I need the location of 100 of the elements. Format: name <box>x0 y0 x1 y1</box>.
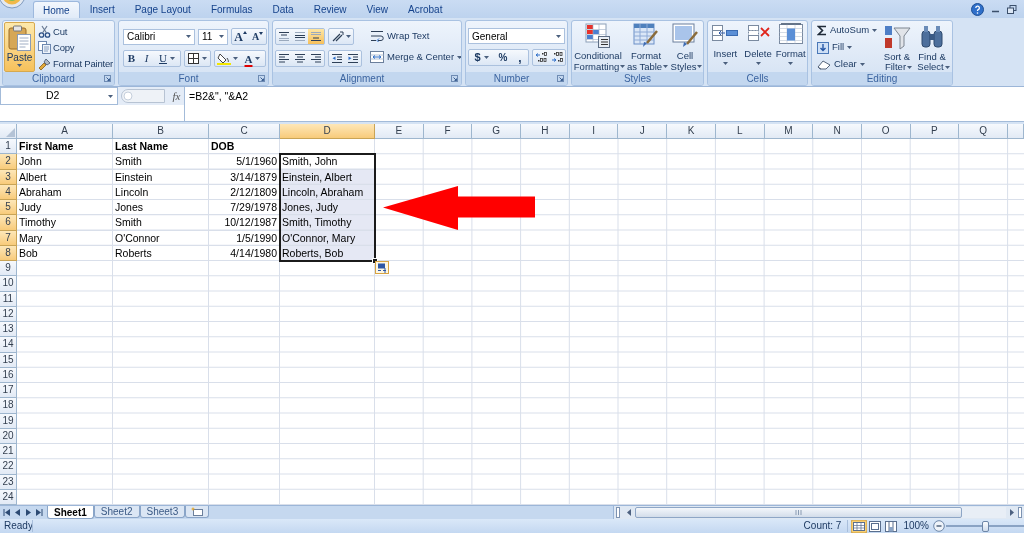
row-header[interactable]: 9 <box>0 261 17 277</box>
sort-filter-button[interactable]: Sort & Filter <box>881 22 916 73</box>
split-handle-icon[interactable] <box>1018 507 1022 518</box>
ribbon-tab[interactable]: Home <box>33 1 80 18</box>
number-format-field[interactable]: General <box>468 28 565 44</box>
column-header[interactable]: L <box>715 124 765 139</box>
column-header[interactable]: P <box>910 124 960 139</box>
insert-sheet-tab[interactable] <box>185 506 210 518</box>
row-header[interactable]: 1 <box>0 139 17 155</box>
slider-thumb[interactable] <box>981 520 989 532</box>
ribbon-tab[interactable]: Data <box>262 1 304 18</box>
previous-sheet-icon[interactable] <box>14 509 21 516</box>
format-painter-button[interactable]: Format Painter <box>37 56 114 72</box>
dialog-launcher-icon[interactable] <box>104 75 111 82</box>
dialog-launcher-icon[interactable] <box>451 75 458 82</box>
copy-button[interactable]: Copy <box>37 40 114 56</box>
ribbon-tab[interactable]: View <box>356 1 398 18</box>
decrease-decimal-button[interactable] <box>549 50 565 65</box>
name-box[interactable]: D2 <box>0 87 118 105</box>
merge-center-button[interactable]: Merge & Center <box>368 49 461 65</box>
align-right-button[interactable] <box>308 51 324 66</box>
column-header[interactable]: H <box>521 124 570 139</box>
format-button[interactable]: Format <box>774 23 807 65</box>
scroll-left-icon[interactable] <box>625 507 633 518</box>
row-header[interactable]: 5 <box>0 200 17 216</box>
column-header[interactable]: M <box>764 124 814 139</box>
comma-button[interactable]: , <box>512 50 528 65</box>
currency-button[interactable]: $ <box>469 50 494 65</box>
column-header[interactable]: G <box>472 124 522 139</box>
ribbon-tab[interactable]: Review <box>303 1 357 18</box>
insert-button[interactable]: Insert <box>709 23 742 65</box>
fill-button[interactable]: Fill <box>815 39 855 56</box>
column-header[interactable]: C <box>209 124 280 139</box>
column-header[interactable]: O <box>861 124 911 139</box>
insert-function-button[interactable]: fx <box>170 89 183 103</box>
normal-view-icon[interactable] <box>851 519 868 533</box>
format-as-table-button[interactable]: Format as Table <box>626 22 669 72</box>
row-header[interactable]: 22 <box>0 459 17 475</box>
paste-button[interactable]: Paste <box>4 22 35 72</box>
scroll-right-icon[interactable] <box>1008 507 1016 518</box>
increase-decimal-button[interactable] <box>533 50 549 65</box>
top-align-button[interactable] <box>276 29 292 44</box>
percent-button[interactable]: % <box>494 50 512 65</box>
ribbon-tab[interactable]: Formulas <box>200 1 263 18</box>
increase-indent-button[interactable] <box>345 51 361 66</box>
italic-button[interactable]: I <box>139 51 154 66</box>
delete-button[interactable]: Delete <box>741 23 775 65</box>
grow-font-button[interactable]: A <box>232 29 249 44</box>
column-header[interactable]: N <box>813 124 862 139</box>
cut-button[interactable]: Cut <box>37 24 114 40</box>
zoom-out-icon[interactable] <box>933 520 945 532</box>
ribbon-tab[interactable]: Page Layout <box>124 1 201 18</box>
column-header[interactable]: J <box>618 124 668 139</box>
find-select-button[interactable]: Find & Select <box>916 22 951 73</box>
center-button[interactable] <box>292 51 308 66</box>
first-sheet-icon[interactable] <box>3 509 10 516</box>
bottom-align-button[interactable] <box>308 29 324 44</box>
align-left-button[interactable] <box>276 51 292 66</box>
row-header[interactable]: 18 <box>0 398 17 414</box>
font-size-field[interactable]: 11 <box>198 28 228 45</box>
row-header[interactable]: 21 <box>0 444 17 460</box>
row-header[interactable]: 10 <box>0 276 17 292</box>
column-header[interactable]: F <box>423 124 473 139</box>
row-header[interactable]: 17 <box>0 383 17 399</box>
shrink-font-button[interactable]: A <box>249 29 266 44</box>
column-header[interactable]: E <box>375 124 424 139</box>
help-icon[interactable] <box>971 2 984 16</box>
font-name-field[interactable]: Calibri <box>123 28 195 45</box>
row-header[interactable]: 2 <box>0 154 17 170</box>
zoom-slider[interactable] <box>946 520 1024 532</box>
column-header[interactable]: Q <box>959 124 1008 139</box>
split-handle-icon[interactable] <box>616 507 620 518</box>
sheet-tab[interactable]: Sheet2 <box>93 506 140 518</box>
column-header[interactable]: A <box>17 124 113 139</box>
last-sheet-icon[interactable] <box>36 509 43 516</box>
underline-button[interactable]: U <box>154 51 180 66</box>
sheet-tab[interactable]: Sheet1 <box>47 506 94 519</box>
ribbon-tab[interactable]: Insert <box>79 1 125 18</box>
next-sheet-icon[interactable] <box>25 509 32 516</box>
column-header[interactable]: I <box>569 124 619 139</box>
column-header[interactable]: K <box>667 124 716 139</box>
bold-button[interactable]: B <box>124 51 139 66</box>
borders-button[interactable] <box>185 51 210 66</box>
column-header[interactable]: B <box>113 124 209 139</box>
restore-icon[interactable] <box>1007 4 1017 14</box>
middle-align-button[interactable] <box>292 29 308 44</box>
row-header[interactable]: 14 <box>0 337 17 353</box>
cell-styles-button[interactable]: Cell Styles <box>669 22 703 72</box>
ribbon-tab[interactable]: Acrobat <box>398 1 453 18</box>
conditional-formatting-button[interactable]: Conditional Formatting <box>573 22 626 72</box>
sheet-tab[interactable]: Sheet3 <box>139 506 186 518</box>
decrease-indent-button[interactable] <box>329 51 345 66</box>
row-header[interactable]: 13 <box>0 322 17 338</box>
dialog-launcher-icon[interactable] <box>557 75 564 82</box>
fill-color-button[interactable] <box>215 51 240 66</box>
column-header[interactable]: D <box>280 124 375 139</box>
clear-button[interactable]: Clear <box>815 56 867 73</box>
wrap-text-button[interactable]: Wrap Text <box>368 28 461 44</box>
page-layout-icon[interactable] <box>867 519 884 533</box>
row-header[interactable]: 6 <box>0 215 17 231</box>
